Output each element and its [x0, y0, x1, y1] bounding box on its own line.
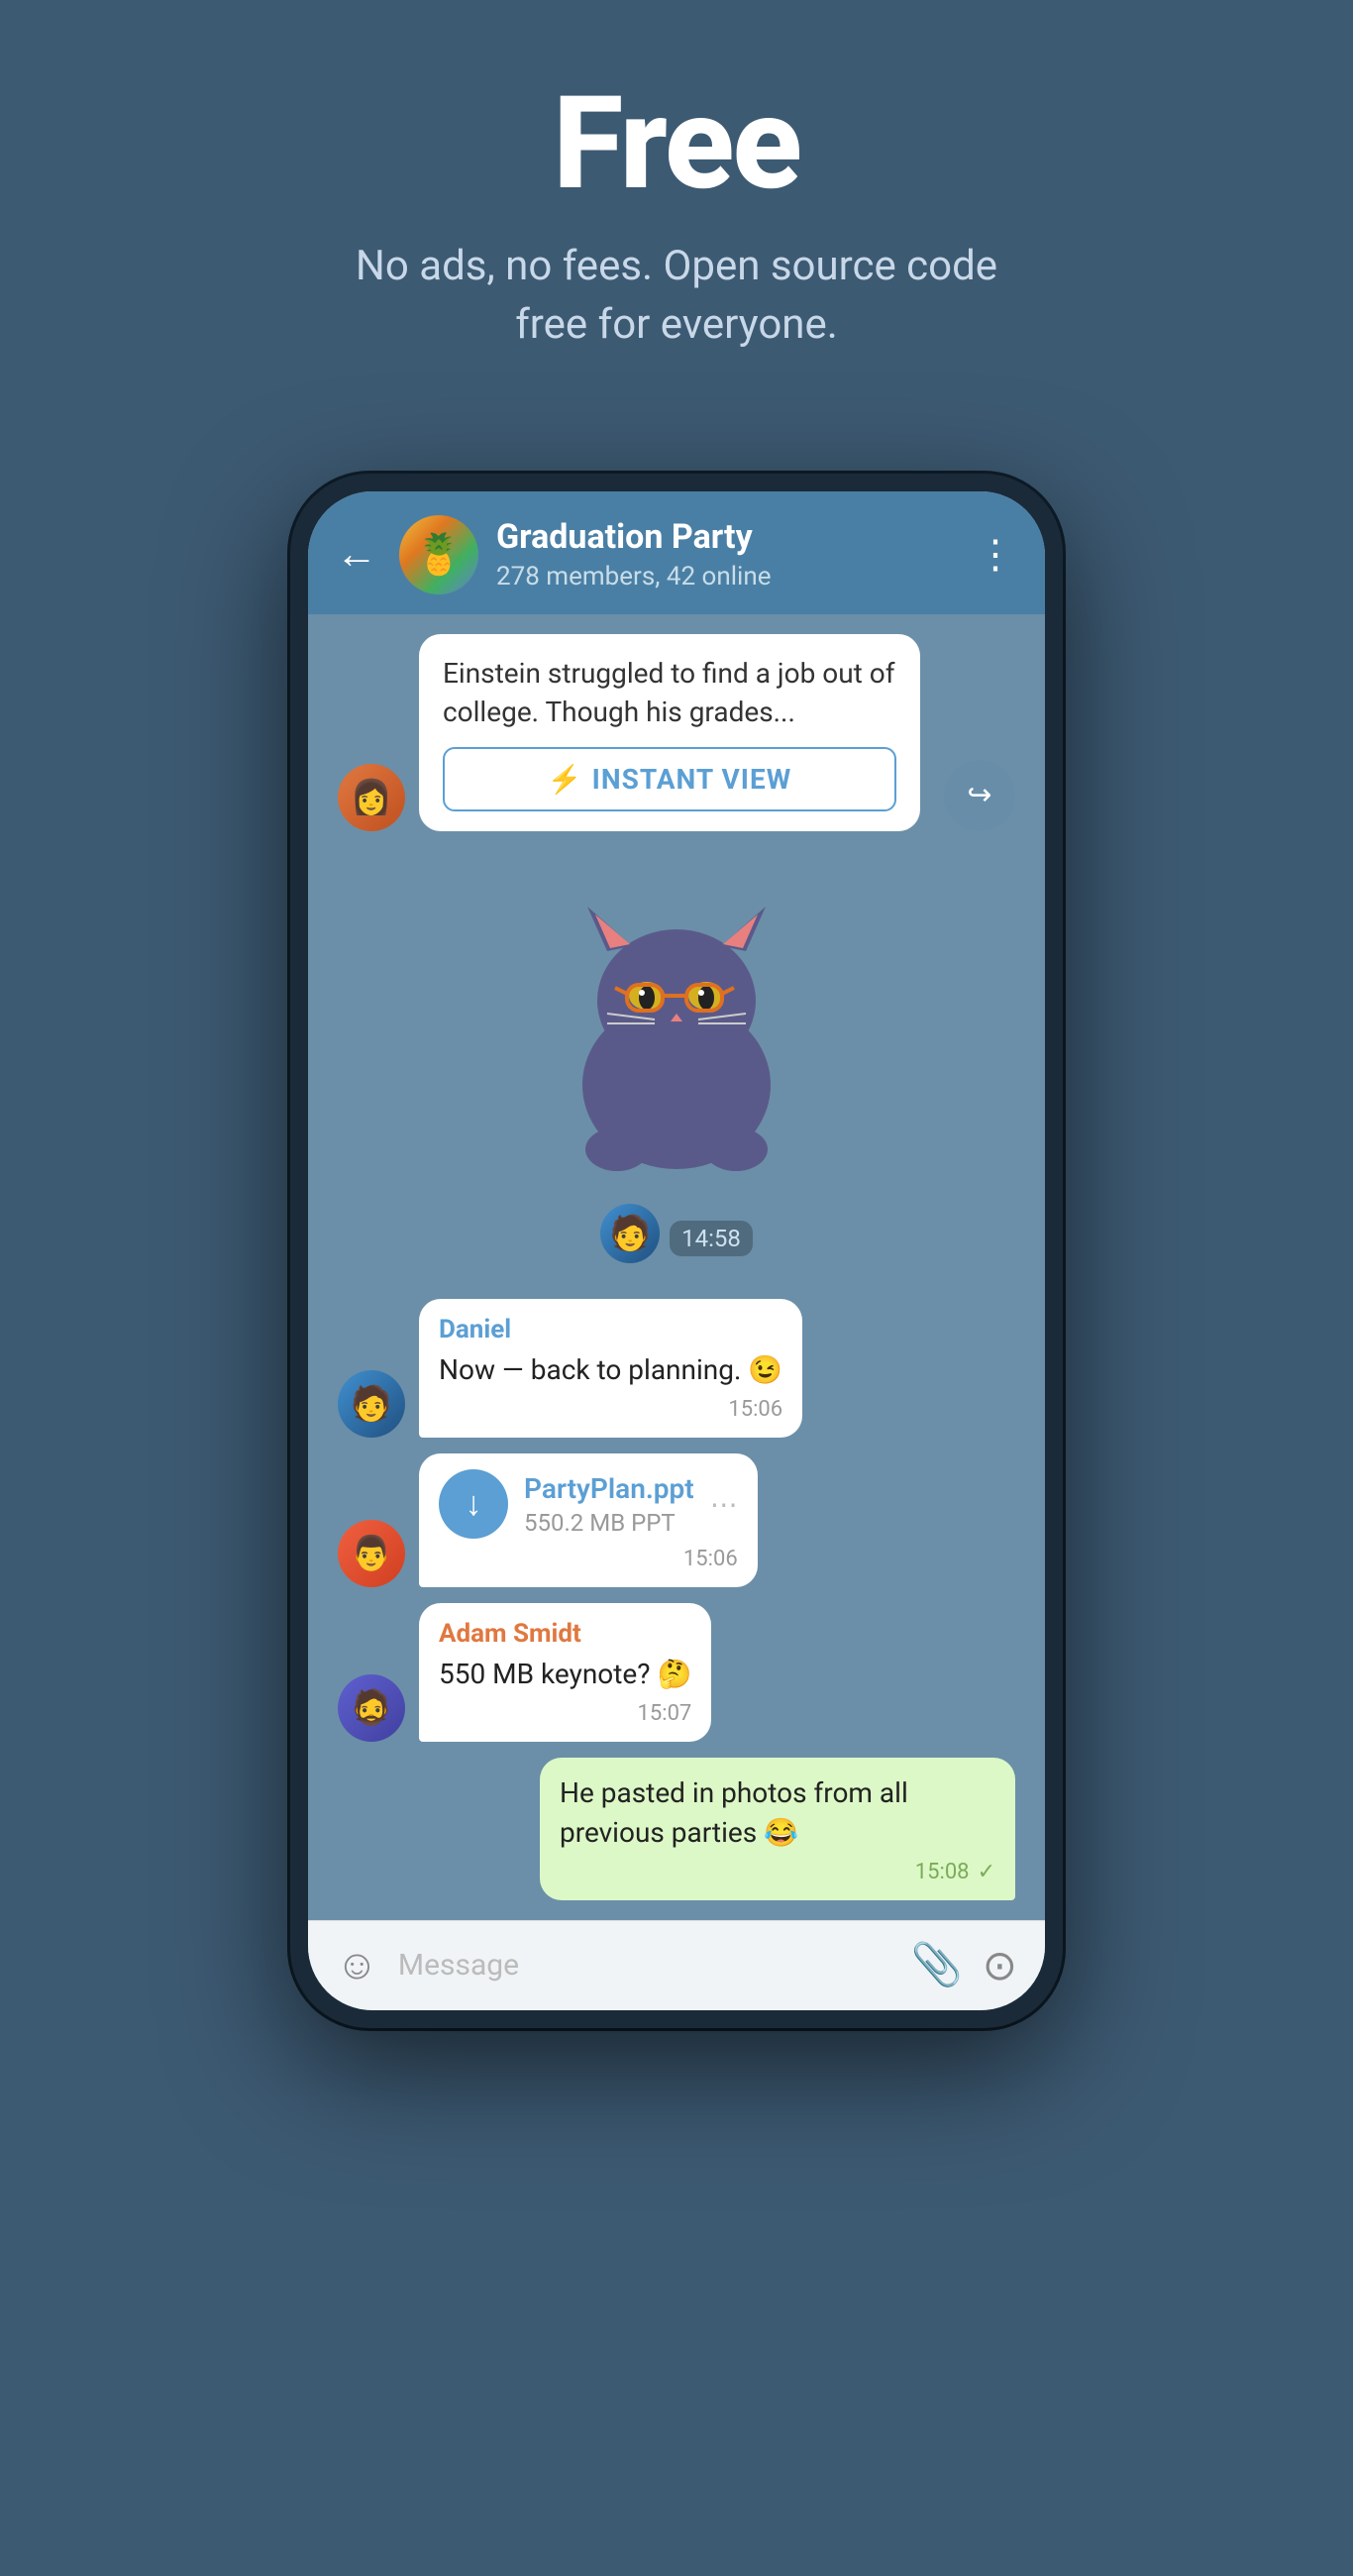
sticker-timestamp: 14:58 — [670, 1221, 753, 1256]
file-info: PartyPlan.ppt 550.2 MB PPT — [524, 1472, 694, 1537]
avatar-emoji: 🍍 — [414, 531, 464, 578]
chat-meta: 278 members, 42 online — [496, 562, 958, 591]
bolt-icon: ⚡ — [548, 763, 582, 796]
file-name: PartyPlan.ppt — [524, 1472, 694, 1505]
adam-bubble: Adam Smidt 550 MB keynote? 🤔 15:07 — [419, 1603, 711, 1742]
file-bubble: ↓ PartyPlan.ppt 550.2 MB PPT ⋯ 15:06 — [419, 1453, 758, 1587]
daniel-time: 15:06 — [728, 1397, 782, 1422]
iv-preview-text: Einstein struggled to find a job out of … — [443, 654, 896, 731]
chat-avatar: 🍍 — [399, 515, 478, 594]
own-text: He pasted in photos from all previous pa… — [560, 1773, 995, 1851]
file-footer: 15:06 — [439, 1547, 738, 1571]
user-avatar-daniel: 🧑 — [338, 1370, 405, 1438]
phone-inner: ← 🍍 Graduation Party 278 members, 42 onl… — [308, 491, 1045, 2010]
chat-info: Graduation Party 278 members, 42 online — [496, 517, 958, 591]
instant-view-bubble: Einstein struggled to find a job out of … — [419, 634, 920, 831]
phone-outer: ← 🍍 Graduation Party 278 members, 42 onl… — [290, 474, 1063, 2028]
daniel-message-row: 🧑 Daniel Now — back to planning. 😉 15:06 — [338, 1299, 1015, 1438]
adam-footer: 15:07 — [439, 1701, 691, 1726]
adam-time: 15:07 — [638, 1701, 692, 1726]
back-button[interactable]: ← — [336, 534, 377, 576]
daniel-text: Now — back to planning. 😉 — [439, 1350, 782, 1389]
file-more-button[interactable]: ⋯ — [710, 1488, 738, 1521]
user-avatar-file: 👨 — [338, 1520, 405, 1587]
camera-button[interactable]: ⊙ — [983, 1941, 1017, 1990]
file-row: ↓ PartyPlan.ppt 550.2 MB PPT ⋯ — [439, 1469, 738, 1539]
chat-name: Graduation Party — [496, 517, 958, 558]
avatar-emoji-1: 👩 — [351, 778, 392, 817]
own-time: 15:08 — [915, 1860, 970, 1884]
user-avatar-adam: 🧔 — [338, 1674, 405, 1742]
more-button[interactable]: ⋮ — [976, 531, 1017, 578]
hero-subtitle: No ads, no fees. Open source code free f… — [330, 238, 1023, 355]
file-time: 15:06 — [683, 1547, 738, 1571]
attach-button[interactable]: 📎 — [911, 1941, 963, 1989]
adam-sender: Adam Smidt — [439, 1619, 691, 1649]
adam-text: 550 MB keynote? 🤔 — [439, 1655, 691, 1693]
download-icon: ↓ — [466, 1484, 482, 1524]
daniel-bubble: Daniel Now — back to planning. 😉 15:06 — [419, 1299, 802, 1438]
phone-screen: ← 🍍 Graduation Party 278 members, 42 onl… — [308, 491, 1045, 2010]
sticker-image: A = πr² V = l³ P = 2πr A = πr² s = √(r²+… — [508, 867, 845, 1204]
file-download-button[interactable]: ↓ — [439, 1469, 508, 1539]
share-icon: ↪ — [967, 778, 991, 812]
emoji-button[interactable]: ☺ — [336, 1941, 378, 1989]
instant-view-row: 👩 Einstein struggled to find a job out o… — [338, 634, 1015, 831]
chat-header: ← 🍍 Graduation Party 278 members, 42 onl… — [308, 491, 1045, 614]
share-button[interactable]: ↪ — [944, 760, 1015, 831]
sticker-time-row: 🧑 14:58 — [600, 1204, 753, 1263]
user-avatar-2: 🧑 — [600, 1204, 660, 1263]
own-bubble: He pasted in photos from all previous pa… — [540, 1758, 1015, 1899]
daniel-footer: 15:06 — [439, 1397, 782, 1422]
file-message-row: 👨 ↓ PartyPlan.ppt 550.2 MB PPT — [338, 1453, 1015, 1587]
hero-section: Free No ads, no fees. Open source code f… — [0, 0, 1353, 414]
phone-mockup: ← 🍍 Graduation Party 278 members, 42 onl… — [290, 474, 1063, 2028]
cat-sticker-svg — [528, 887, 825, 1184]
adam-message-row: 🧔 Adam Smidt 550 MB keynote? 🤔 15:07 — [338, 1603, 1015, 1742]
message-input[interactable]: Message — [398, 1948, 891, 1983]
own-footer: 15:08 ✓ — [560, 1860, 995, 1884]
sticker-message: A = πr² V = l³ P = 2πr A = πr² s = √(r²+… — [338, 847, 1015, 1283]
check-icon: ✓ — [978, 1860, 995, 1884]
hero-title: Free — [553, 79, 800, 208]
instant-view-button[interactable]: ⚡ INSTANT VIEW — [443, 747, 896, 811]
own-message-row: He pasted in photos from all previous pa… — [338, 1758, 1015, 1899]
user-avatar-1: 👩 — [338, 764, 405, 831]
input-bar: ☺ Message 📎 ⊙ — [308, 1920, 1045, 2010]
messages-area: 👩 Einstein struggled to find a job out o… — [308, 614, 1045, 1920]
daniel-sender: Daniel — [439, 1315, 782, 1344]
avatar-emoji-2: 🧑 — [609, 1214, 651, 1253]
file-meta: 550.2 MB PPT — [524, 1509, 694, 1537]
iv-button-label: INSTANT VIEW — [592, 763, 792, 796]
